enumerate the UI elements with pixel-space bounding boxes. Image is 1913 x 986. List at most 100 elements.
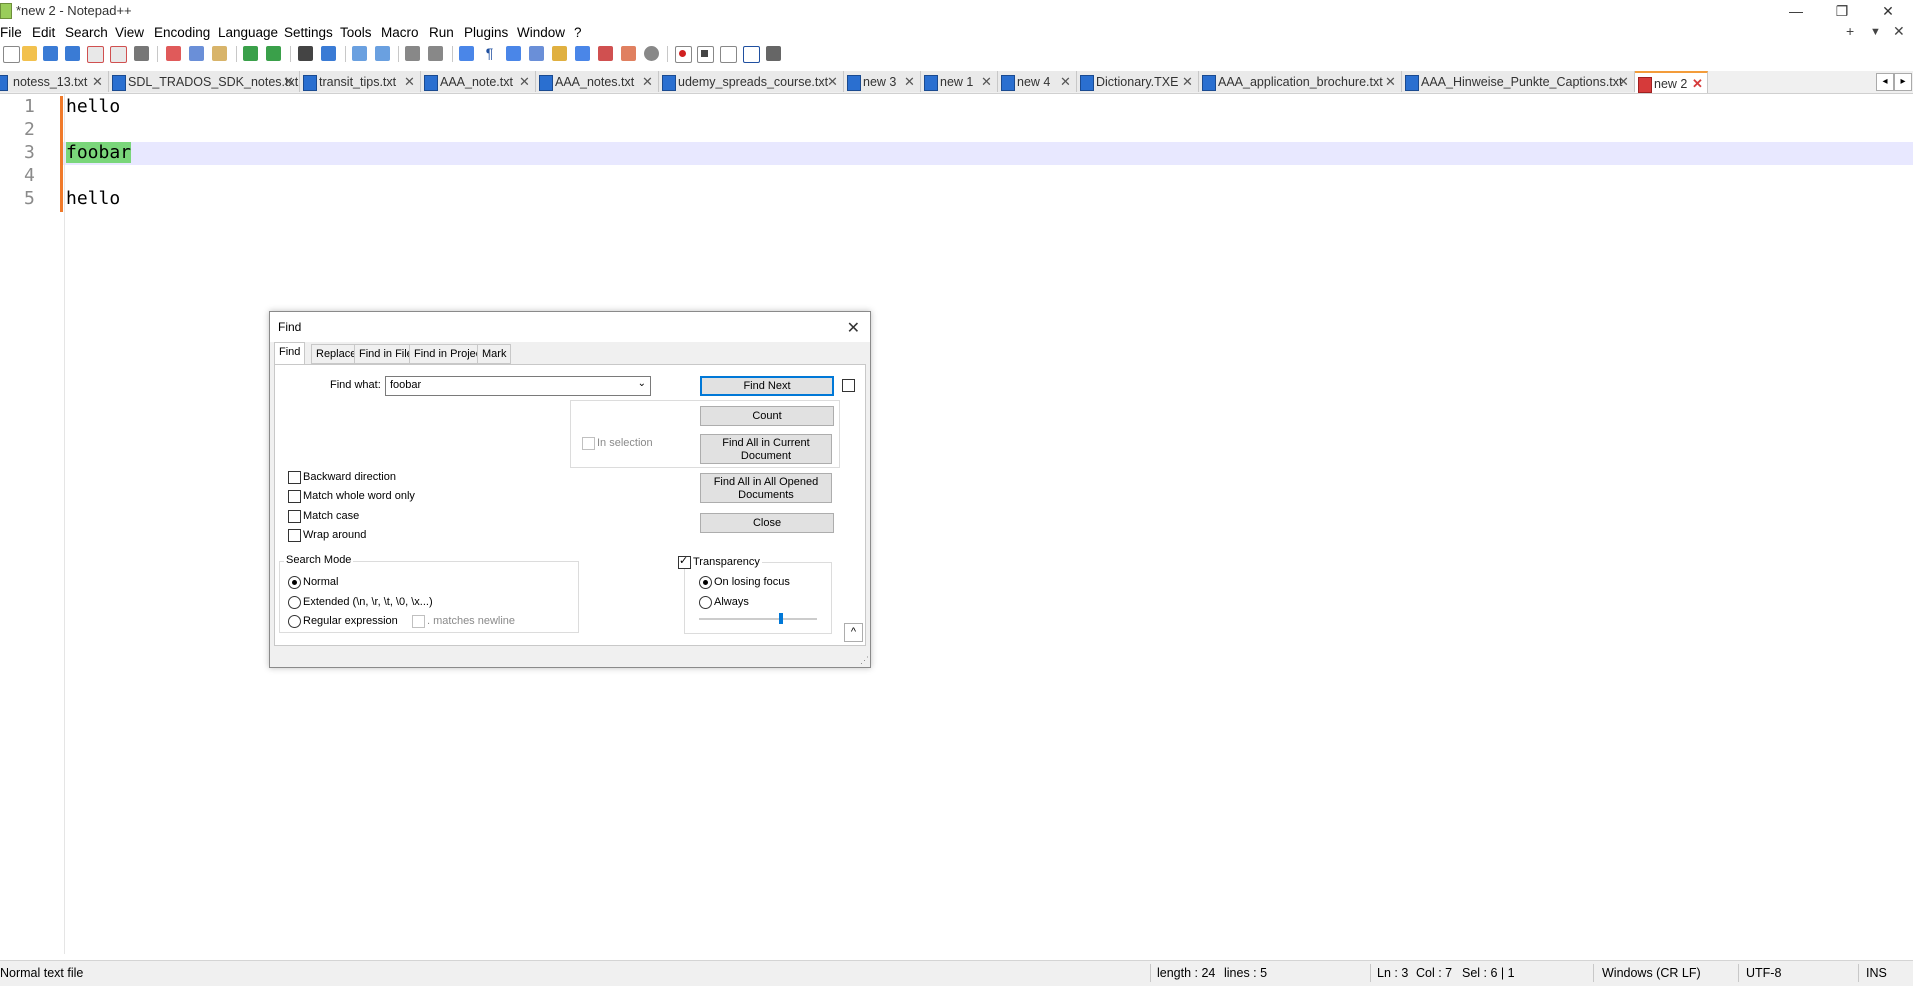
tab-close-icon[interactable]: ✕ (642, 74, 653, 90)
run-macro-multiple-icon[interactable] (743, 46, 760, 63)
match-case-checkbox[interactable] (288, 510, 301, 523)
menu-plugins[interactable]: Plugins (464, 25, 508, 40)
show-all-chars-icon[interactable]: ¶ (482, 46, 497, 61)
transparency-slider[interactable] (699, 618, 817, 620)
doc-map-icon[interactable] (552, 46, 567, 61)
tab-udemy-spreads-course[interactable]: udemy_spreads_course.txt ✕ (659, 71, 844, 92)
new-tab-plus-icon[interactable]: + (1846, 23, 1854, 39)
tab-sdl-trados-sdk-notes[interactable]: SDL_TRADOS_SDK_notes.txt ✕ (109, 71, 300, 92)
restore-button[interactable]: ❐ (1819, 0, 1865, 22)
search-mode-regex-radio[interactable] (288, 615, 301, 628)
resize-grip-icon[interactable]: ⋰ (860, 655, 869, 666)
zoom-in-icon[interactable] (352, 46, 367, 61)
wrap-around-checkbox[interactable] (288, 529, 301, 542)
sync-vertical-icon[interactable] (405, 46, 420, 61)
tab-aaa-hinweise-punkte-captions[interactable]: AAA_Hinweise_Punkte_Captions.txt ✕ (1402, 71, 1635, 92)
tab-close-icon[interactable]: ✕ (519, 74, 530, 90)
tab-scroll-left-icon[interactable]: ◂ (1876, 73, 1894, 91)
close-button[interactable]: Close (700, 513, 834, 533)
indent-guide-icon[interactable] (506, 46, 521, 61)
search-mode-normal-radio[interactable] (288, 576, 301, 589)
minimize-button[interactable]: — (1773, 0, 1819, 22)
cut-icon[interactable] (166, 46, 181, 61)
close-window-button[interactable]: ✕ (1865, 0, 1911, 22)
user-lang-icon[interactable] (529, 46, 544, 61)
play-macro-icon[interactable] (720, 46, 737, 63)
status-encoding[interactable]: UTF-8 (1746, 966, 1781, 980)
find-all-in-current-document-button[interactable]: Find All in Current Document (700, 434, 832, 464)
undo-icon[interactable] (243, 46, 258, 61)
tab-close-icon[interactable]: ✕ (827, 74, 838, 90)
save-icon[interactable] (43, 46, 58, 61)
tab-close-icon[interactable]: ✕ (1618, 74, 1629, 90)
find-next-button[interactable]: Find Next (700, 376, 834, 396)
menu-macro[interactable]: Macro (381, 25, 419, 40)
chevron-down-icon[interactable]: ⌄ (638, 378, 646, 389)
menu-window[interactable]: Window (517, 25, 565, 40)
menu-settings[interactable]: Settings (284, 25, 333, 40)
tab-aaa-application-brochure[interactable]: AAA_application_brochure.txt ✕ (1199, 71, 1402, 92)
transparency-on-losing-focus-radio[interactable] (699, 576, 712, 589)
close-icon[interactable] (87, 46, 104, 63)
find-icon[interactable] (298, 46, 313, 61)
tab-close-icon[interactable]: ✕ (1385, 74, 1396, 90)
tab-close-icon[interactable]: ✕ (1692, 76, 1703, 92)
collapse-dialog-button[interactable]: ^ (844, 623, 863, 642)
tab-list-down-icon[interactable]: ▼ (1870, 26, 1881, 38)
search-mode-extended-radio[interactable] (288, 596, 301, 609)
tab-close-icon[interactable]: ✕ (283, 74, 294, 90)
tab-transit-tips[interactable]: transit_tips.txt ✕ (300, 71, 421, 92)
menu-view[interactable]: View (115, 25, 144, 40)
menu-tools[interactable]: Tools (340, 25, 372, 40)
redo-icon[interactable] (266, 46, 281, 61)
tab-aaa-note[interactable]: AAA_note.txt ✕ (421, 71, 536, 92)
paste-icon[interactable] (212, 46, 227, 61)
status-eol[interactable]: Windows (CR LF) (1602, 966, 1701, 980)
replace-icon[interactable] (321, 46, 336, 61)
record-macro-button-icon[interactable] (675, 46, 692, 63)
tab-aaa-notes[interactable]: AAA_notes.txt ✕ (536, 71, 659, 92)
open-file-icon[interactable] (22, 46, 37, 61)
function-list-icon[interactable] (575, 46, 590, 61)
tab-notess-13[interactable]: notess_13.txt ✕ (0, 71, 109, 92)
copy-icon[interactable] (189, 46, 204, 61)
tab-scroll-right-icon[interactable]: ▸ (1894, 73, 1912, 91)
transparency-slider-thumb[interactable] (778, 613, 783, 624)
editor-line[interactable]: hello (66, 96, 120, 117)
tab-new-1[interactable]: new 1 ✕ (921, 71, 998, 92)
menu-file[interactable]: File (0, 25, 22, 40)
tab-close-icon[interactable]: ✕ (404, 74, 415, 90)
close-all-icon[interactable] (110, 46, 127, 63)
find-dialog-titlebar[interactable]: Find ✕ (270, 312, 870, 342)
find-next-option-checkbox[interactable] (842, 379, 855, 392)
count-button[interactable]: Count (700, 406, 834, 426)
tab-close-icon[interactable]: ✕ (92, 74, 103, 90)
menu-help[interactable]: ? (574, 25, 582, 40)
sync-horizontal-icon[interactable] (428, 46, 443, 61)
tab-new-2[interactable]: new 2 ✕ (1635, 71, 1708, 93)
new-file-icon[interactable] (3, 46, 20, 63)
menu-language[interactable]: Language (218, 25, 278, 40)
record-macro-icon[interactable] (644, 46, 659, 61)
status-insert-mode[interactable]: INS (1866, 966, 1887, 980)
monitoring-icon[interactable] (621, 46, 636, 61)
tab-find[interactable]: Find (274, 342, 306, 365)
tab-close-icon[interactable]: ✕ (1182, 74, 1193, 90)
match-whole-word-checkbox[interactable] (288, 490, 301, 503)
menu-run[interactable]: Run (429, 25, 454, 40)
transparency-checkbox[interactable] (678, 554, 691, 569)
close-document-icon[interactable]: ✕ (1893, 23, 1905, 40)
folder-workspace-icon[interactable] (598, 46, 613, 61)
menu-search[interactable]: Search (65, 25, 108, 40)
tab-close-icon[interactable]: ✕ (1060, 74, 1071, 90)
editor-line[interactable]: hello (66, 188, 120, 209)
tab-new-3[interactable]: new 3 ✕ (844, 71, 921, 92)
zoom-out-icon[interactable] (375, 46, 390, 61)
backward-direction-checkbox[interactable] (288, 471, 301, 484)
save-macro-icon[interactable] (766, 46, 781, 61)
word-wrap-icon[interactable] (459, 46, 474, 61)
transparency-always-radio[interactable] (699, 596, 712, 609)
menu-encoding[interactable]: Encoding (154, 25, 210, 40)
tab-close-icon[interactable]: ✕ (981, 74, 992, 90)
tab-close-icon[interactable]: ✕ (904, 74, 915, 90)
